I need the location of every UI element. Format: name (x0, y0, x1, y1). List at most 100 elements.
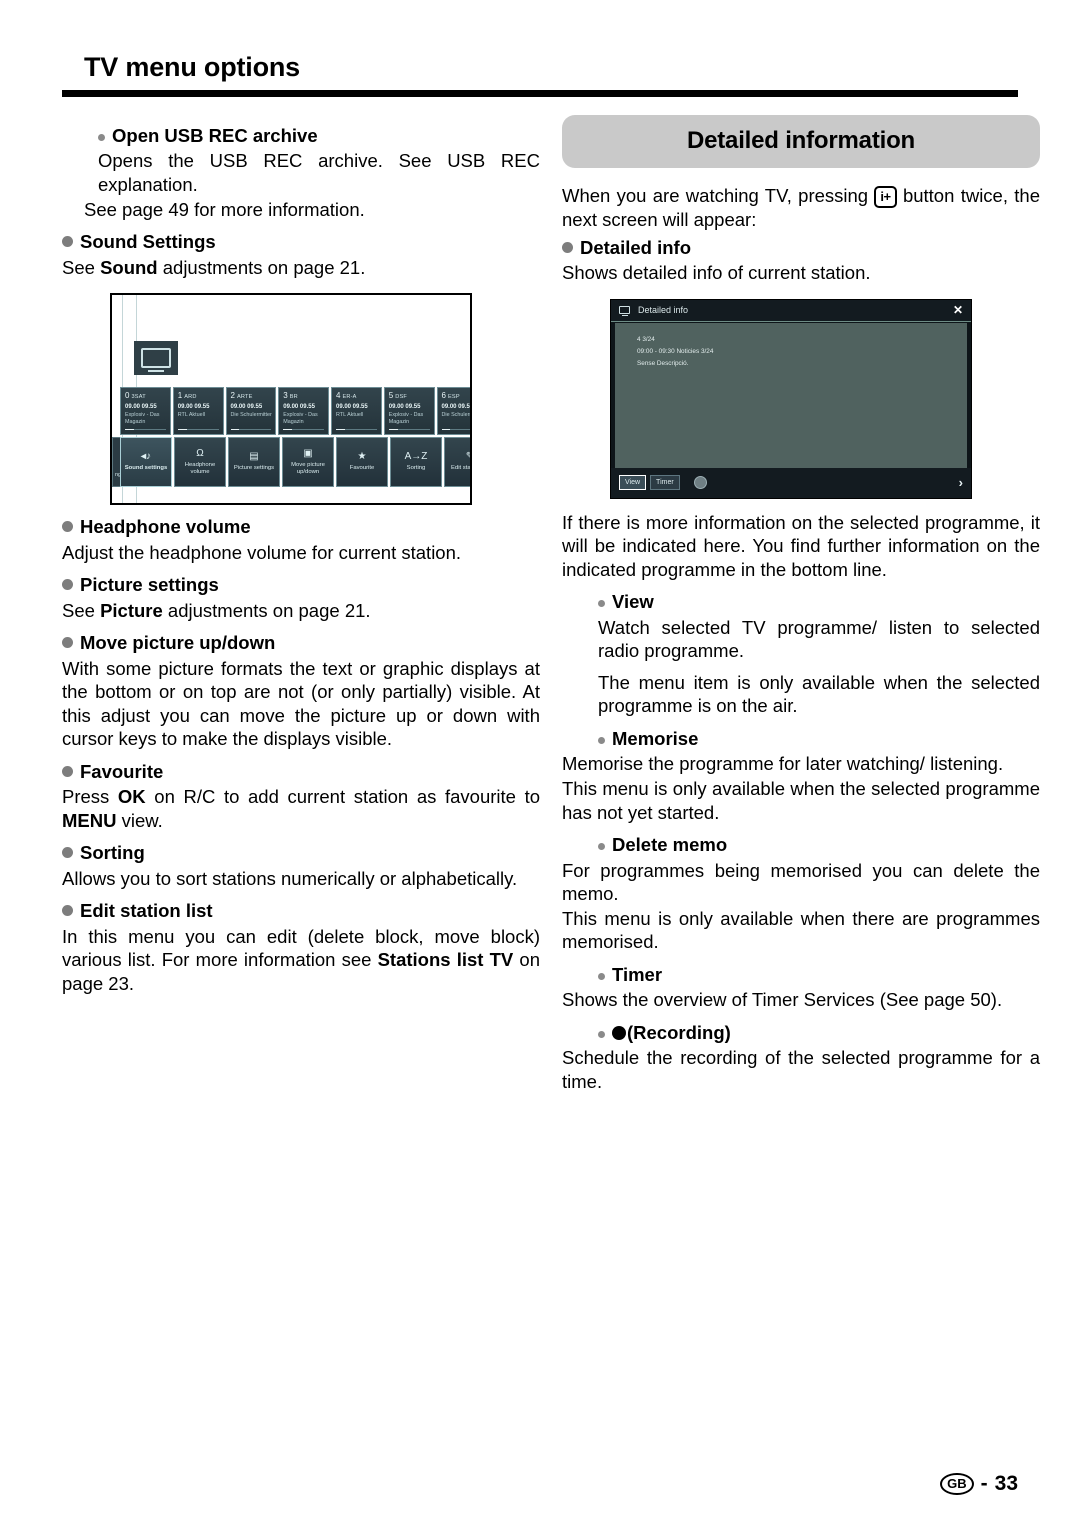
page-number: 33 (994, 1472, 1018, 1495)
menu-item-favourite[interactable]: ★ Favourite (336, 437, 388, 488)
channel-progress-bar (336, 428, 377, 431)
channel-times: 09.00 09.55 (388, 403, 421, 410)
paragraph-timer: Shows the overview of Timer Services (Se… (562, 989, 1003, 1011)
channel-progress-bar (283, 428, 324, 431)
channel-tile[interactable]: 0 3SAT 09.00 09.55 Explosiv - Das Magazin (120, 387, 171, 436)
paragraph-view-2: The menu item is only available when the… (598, 671, 1040, 717)
headphone-icon: Ω (196, 447, 204, 459)
bullet-icon (62, 521, 73, 533)
heading-detailed-info: Detailed info (562, 236, 1040, 260)
record-button-icon[interactable] (693, 476, 707, 490)
menu-item-label: Picture settings (233, 465, 275, 472)
panel-title-label: Detailed info (638, 305, 689, 316)
paragraph-detailed-information-intro: When you are watching TV, pressing i+ bu… (562, 184, 1040, 232)
paragraph-sorting: Allows you to sort stations numerically … (62, 867, 518, 889)
channel-tile[interactable]: 4 ER-A 09.00 09.55 RTL Aktuell (331, 387, 382, 436)
panel-footer-toolbar: View Timer › (611, 467, 971, 498)
channel-number: 3 (283, 391, 288, 401)
heading-favourite: Favourite (62, 760, 540, 784)
left-column: Open USB REC archive Opens the USB REC a… (62, 115, 540, 997)
panel-info-line: 09:00 - 09:30 Noticies 3/24 (637, 347, 714, 355)
close-icon[interactable]: ✕ (953, 304, 963, 316)
menu-item-label: Sorting (406, 465, 426, 472)
heading-open-usb-rec-archive: Open USB REC archive (62, 124, 540, 148)
menu-item-headphone-volume[interactable]: Ω Headphone volume (174, 437, 226, 488)
heading-label: Timer (612, 963, 663, 985)
bullet-icon (98, 134, 105, 141)
channel-number: 4 (336, 391, 341, 401)
paragraph-recording: Schedule the recording of the selected p… (562, 1047, 1040, 1092)
timer-button[interactable]: Timer (650, 475, 680, 491)
menu-item-label: Sound settings (124, 465, 168, 472)
heading-picture-settings: Picture settings (62, 573, 540, 597)
menu-item-label: Favourite (349, 465, 375, 472)
channel-name: ARD (184, 394, 197, 401)
right-column: Detailed information When you are watchi… (562, 115, 1040, 1094)
heading-memorise: Memorise (562, 727, 1040, 751)
paragraph-memorise-1: Memorise the programme for later watchin… (562, 753, 1004, 775)
figure-tv-menu-strip: ng 0 3SAT 09.00 09.55 Explosiv - Das Magazi… (110, 293, 472, 506)
menu-item-edit-station-list[interactable]: ✎ Edit station list (444, 437, 471, 488)
menu-item-label: Edit station list (451, 465, 471, 472)
menu-item-sound-settings[interactable]: ◂♪ Sound settings (120, 437, 172, 488)
bullet-icon (62, 847, 73, 859)
channel-programme: Explosiv - Das Magazin (125, 412, 160, 426)
channel-tile[interactable]: 3 BR 09.00 09.55 Explosiv - Das Magazin (278, 387, 329, 436)
channel-times: 09.00 09.55 (336, 403, 368, 410)
channel-name: ESP (447, 394, 460, 401)
view-button[interactable]: View (619, 475, 647, 491)
menu-item-move-picture-up-down[interactable]: ▣ Move picture up/down (282, 437, 334, 488)
menu-item-picture-settings[interactable]: ▤ Picture settings (228, 437, 280, 488)
channel-name: DSF (395, 394, 407, 401)
page-footer: GB - 33 (940, 1472, 1018, 1496)
paragraph-memorise-2: This menu is only available when the sel… (562, 778, 1040, 823)
star-icon: ★ (357, 451, 367, 463)
title-rule (62, 90, 1018, 97)
channel-tile[interactable]: 5 DSF 09.00 09.55 Explosiv - Das Magazin (383, 387, 435, 436)
next-arrow-icon[interactable]: › (959, 476, 963, 489)
channel-times: 09.00 09.55 (230, 403, 263, 410)
paragraph-picture-settings: See Picture adjustments on page 21. (62, 599, 371, 621)
channel-programme: Explosiv - Das Magazin (283, 412, 318, 426)
paragraph-more-information: If there is more information on the sele… (562, 511, 1040, 580)
channel-programme: RTL Aktuell (336, 412, 364, 419)
heading-label: Favourite (80, 760, 164, 782)
footer-separator: - (980, 1472, 988, 1495)
bullet-icon (598, 1030, 605, 1038)
paragraph-detailed-info: Shows detailed info of current station. (562, 261, 871, 283)
bullet-icon (62, 579, 73, 591)
paragraph-edit-station-list: In this menu you can edit (delete block,… (62, 925, 541, 994)
channel-times: 09.00 09.55 (283, 403, 315, 410)
channel-tile[interactable]: 6ESP 09.00 09.55 Die Schulermitter (436, 387, 470, 436)
channel-name: BR (289, 394, 298, 401)
channel-number: 2 (230, 391, 235, 401)
heading-label: View (612, 591, 654, 613)
bullet-icon (598, 737, 605, 745)
channel-tile[interactable]: 1 ARD 09.00 09.55 RTL Aktuell (172, 387, 224, 436)
picture-icon: ▤ (249, 451, 259, 463)
move-picture-icon: ▣ (303, 447, 313, 459)
bullet-icon (598, 972, 605, 980)
channel-number: 6 (441, 391, 446, 401)
channel-name: ER-A (342, 394, 357, 401)
figure-detailed-info-panel: Detailed info ✕ 4 3/24 09:00 - 09:30 Noti… (610, 298, 972, 499)
channel-programme: Die Schulermitter (230, 412, 272, 419)
bullet-icon (598, 843, 605, 851)
sorting-icon: A→Z (404, 451, 428, 463)
speaker-icon: ◂♪ (140, 451, 152, 463)
heading-label: (Recording) (627, 1021, 731, 1043)
channel-tile[interactable]: 2 ARTE 09.00 09.55 Die Schulermitter (225, 387, 277, 436)
channel-number: 1 (177, 391, 183, 401)
channel-name: 3SAT (131, 394, 146, 401)
heading-label: Detailed info (580, 236, 692, 258)
channel-programme: Explosiv - Das Magazin (388, 412, 424, 426)
menu-item-sorting[interactable]: A→Z Sorting (390, 437, 442, 488)
channel-number: 5 (388, 391, 394, 401)
channel-programme: RTL Aktuell (177, 412, 206, 419)
heading-label: Picture settings (80, 574, 219, 596)
panel-info-line: 4 3/24 (637, 335, 655, 343)
channel-progress-bar (441, 428, 470, 431)
channel-times: 09.00 09.55 (125, 403, 157, 410)
paragraph-favourite: Press OK on R/C to add current station a… (62, 786, 541, 831)
locale-badge: GB (940, 1473, 974, 1495)
